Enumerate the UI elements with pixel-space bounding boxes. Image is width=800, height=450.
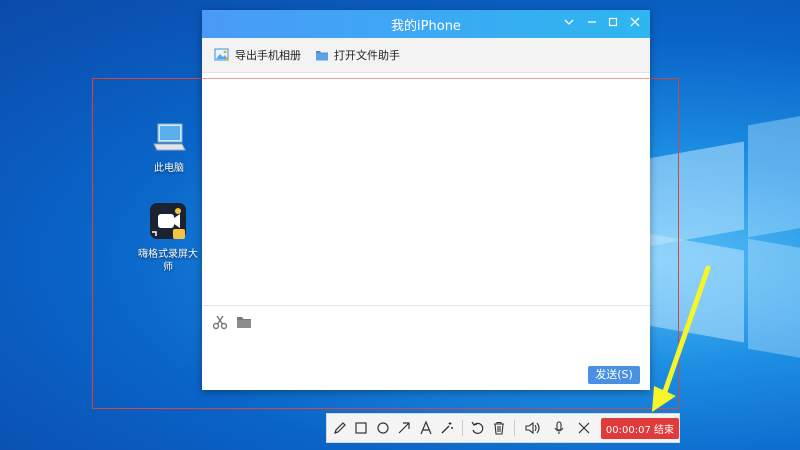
pencil-icon[interactable]: [329, 417, 350, 439]
message-area[interactable]: [202, 79, 650, 305]
folder-icon: [316, 51, 328, 61]
window-toolbar: 导出手机相册 打开文件助手: [202, 38, 650, 73]
text-icon[interactable]: [415, 417, 436, 439]
stop-recording-button[interactable]: 00:00:07 结束: [600, 417, 680, 439]
maximize-icon[interactable]: [604, 14, 622, 32]
toolbar-separator: [461, 420, 463, 436]
export-album-label: 导出手机相册: [235, 49, 301, 62]
close-icon[interactable]: [573, 417, 594, 439]
trash-icon[interactable]: [488, 417, 509, 439]
recorder-toolbar: 00:00:07 结束: [326, 413, 680, 443]
annotation-arrow: [652, 265, 711, 412]
chevron-down-icon[interactable]: [560, 14, 578, 32]
window-titlebar[interactable]: 我的iPhone: [202, 10, 650, 38]
photo-export-icon: [214, 48, 229, 61]
close-icon[interactable]: [626, 14, 644, 32]
undo-icon[interactable]: [467, 417, 488, 439]
stop-label: 结束: [654, 424, 675, 436]
export-album-button[interactable]: 导出手机相册: [214, 47, 301, 63]
arrow-icon[interactable]: [393, 417, 414, 439]
compose-area[interactable]: 发送(S): [202, 305, 650, 392]
rectangle-icon[interactable]: [350, 417, 371, 439]
chat-window: 我的iPhone 导出手机相册 打开文件助手 发送(S): [202, 10, 650, 390]
minimize-icon[interactable]: [583, 14, 601, 32]
magic-wand-icon[interactable]: [436, 417, 457, 439]
circle-icon[interactable]: [372, 417, 393, 439]
microphone-icon[interactable]: [548, 417, 569, 439]
send-button[interactable]: 发送(S): [588, 366, 640, 384]
scissors-icon[interactable]: [212, 314, 228, 334]
folder-icon[interactable]: [236, 314, 252, 334]
open-file-assistant-label: 打开文件助手: [334, 49, 400, 62]
open-file-assistant-button[interactable]: 打开文件助手: [315, 47, 400, 63]
speaker-icon[interactable]: [523, 417, 544, 439]
toolbar-separator: [513, 420, 515, 436]
recording-timer: 00:00:07: [605, 424, 651, 436]
